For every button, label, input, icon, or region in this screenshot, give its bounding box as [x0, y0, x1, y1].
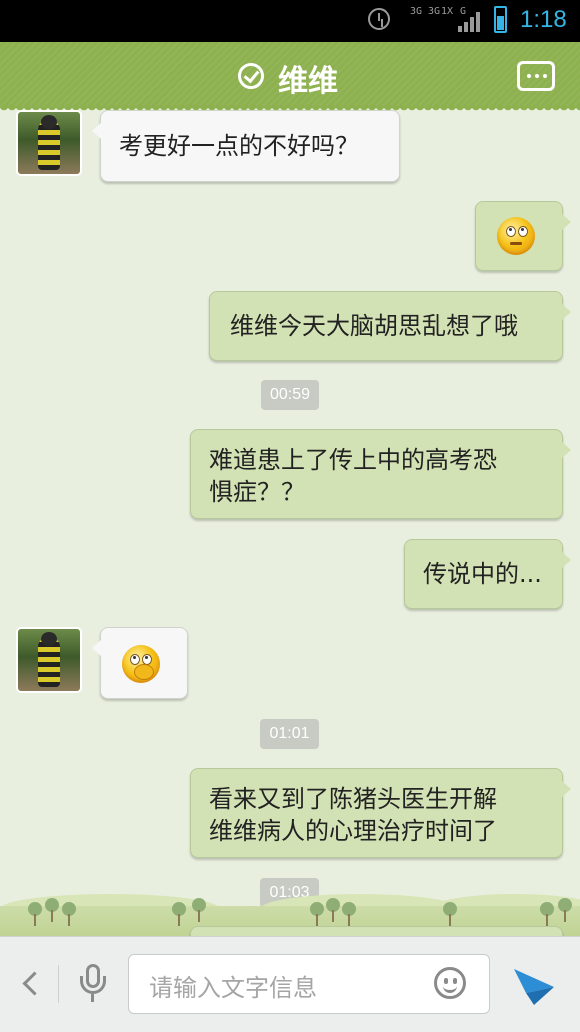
- battery-icon: [494, 6, 507, 33]
- status-time: 1:18: [520, 6, 567, 33]
- thinking-emoji-icon: [122, 645, 160, 683]
- message-bubble-incoming[interactable]: [92, 627, 188, 699]
- timestamp: 01:01: [260, 719, 319, 749]
- message-text: 传说中的...: [423, 560, 542, 588]
- message-bubble-incoming[interactable]: 考更好一点的不好吗？: [92, 110, 400, 182]
- network-3g-label-2: 3G: [428, 6, 441, 17]
- rolling-eyes-emoji-icon: [497, 217, 535, 255]
- input-placeholder: 请输入文字信息: [149, 974, 317, 1002]
- message-text-line-2: 维维病人的心理治疗时间了: [209, 817, 497, 845]
- chat-title: 维维: [278, 64, 338, 99]
- message-bubble-outgoing[interactable]: [475, 201, 571, 271]
- microphone-icon[interactable]: [78, 964, 108, 1004]
- message-text-line-1: 难道患上了传上中的高考恐: [209, 446, 497, 474]
- input-bar: 请输入文字信息: [0, 936, 580, 1032]
- message-text-line-2: 惧症？？: [209, 478, 305, 506]
- message-bubble-outgoing[interactable]: 维维今天大脑胡思乱想了哦: [209, 291, 571, 361]
- online-check-icon: [238, 63, 264, 89]
- alarm-icon: [368, 8, 390, 30]
- network-1x-label: 1X: [441, 6, 454, 17]
- signal-icon: [458, 10, 484, 32]
- message-input[interactable]: 请输入文字信息: [128, 954, 490, 1014]
- network-3g-label: 3G: [410, 6, 423, 17]
- message-text: 维维今天大脑胡思乱想了哦: [230, 312, 518, 340]
- message-bubble-outgoing[interactable]: 看来又到了陈猪头医生开解 维维病人的心理治疗时间了: [190, 768, 571, 858]
- message-bubble-outgoing[interactable]: 难道患上了传上中的高考恐 惧症？？: [190, 429, 571, 519]
- message-bubble-outgoing[interactable]: 传说中的...: [404, 539, 571, 609]
- back-arrow-icon[interactable]: [20, 967, 40, 1001]
- title-bar: 维维: [0, 42, 580, 114]
- emoji-smile-icon[interactable]: [434, 967, 466, 999]
- status-bar: 3G 3G 1X G 1:18: [0, 0, 580, 42]
- divider: [58, 965, 59, 1003]
- contact-avatar[interactable]: [16, 627, 82, 693]
- contact-avatar[interactable]: [16, 110, 82, 176]
- message-text: 考更好一点的不好吗？: [119, 132, 359, 160]
- more-menu-icon[interactable]: [517, 61, 555, 91]
- message-bubble-outgoing-partial[interactable]: [190, 926, 563, 936]
- chat-area[interactable]: 考更好一点的不好吗？ 维维今天大脑胡思乱想了哦 00:59 难道患上了传上中的高…: [0, 108, 580, 936]
- timestamp: 00:59: [261, 380, 319, 410]
- message-text-line-1: 看来又到了陈猪头医生开解: [209, 785, 497, 813]
- send-icon[interactable]: [512, 963, 556, 1007]
